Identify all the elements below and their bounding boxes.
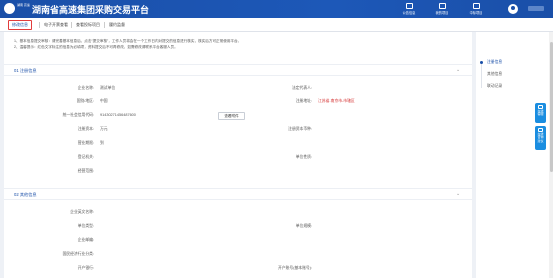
field-label: 国民经济行业分类: bbox=[62, 252, 94, 256]
field-label: 企业英文名称: bbox=[70, 210, 94, 214]
site-title: 湖南省高速集团采购交易平台 bbox=[32, 6, 150, 16]
nav-winning-projects[interactable]: 中标项目 bbox=[461, 0, 491, 18]
tab-edit-info[interactable]: 修改信息 bbox=[8, 20, 32, 30]
field-label: 注册资本币种: bbox=[288, 127, 312, 131]
float-label: 在线 咨询 建议 bbox=[537, 132, 544, 143]
section-registration-header[interactable]: 01 注册信息 ⌄ bbox=[4, 64, 472, 76]
field-label: 单位规模: bbox=[295, 224, 312, 228]
anchor-panel bbox=[476, 32, 549, 278]
country-value: 中国 bbox=[100, 99, 108, 103]
nav-announcements[interactable]: 公告信息 bbox=[394, 0, 424, 18]
nav-label: 公告信息 bbox=[402, 11, 416, 15]
project-icon bbox=[438, 3, 446, 9]
header-bar: 湖南 高速 湖南省高速集团采购交易平台 公告信息 我的项目 中标项目 bbox=[0, 0, 553, 18]
field-label: 登记机关: bbox=[77, 155, 94, 159]
notice-line: 2、温馨提示：红色文字标注的信息为必填项，资料提交后不可再修改，如需修改请联系平… bbox=[14, 45, 178, 49]
section-title: 01 注册信息 bbox=[14, 68, 37, 73]
registered-address-value: 江苏省-南京市-市辖区 bbox=[318, 99, 355, 103]
anchor-registration[interactable]: 注册信息 bbox=[487, 60, 502, 65]
tab-bid-projects[interactable]: 查看投标项目 bbox=[73, 20, 103, 30]
nav-label: 中标项目 bbox=[469, 11, 483, 15]
field-label: 法定代表人: bbox=[291, 86, 312, 90]
field-label: 注册地址: bbox=[295, 99, 312, 103]
field-label: 单位类型: bbox=[77, 224, 94, 228]
user-menu[interactable] bbox=[528, 6, 544, 11]
field-label: 经营范围: bbox=[77, 169, 94, 173]
field-label: 国别/地区: bbox=[76, 99, 94, 103]
section-title: 02 其他信息 bbox=[14, 192, 37, 197]
field-label: 开户账号(基本账号): bbox=[278, 266, 312, 270]
chevron-down-icon: ⌄ bbox=[456, 67, 461, 73]
nav-label: 我的项目 bbox=[435, 11, 449, 15]
notice-line: 1、基本信息提交审核：请完善基本信息后，点击“提交审核”，工作人员将会在一个工作… bbox=[14, 39, 242, 43]
field-label: 统一社会信用代码: bbox=[62, 113, 94, 117]
consult-button[interactable]: 在线 咨询 建议 bbox=[535, 126, 546, 150]
anchor-active-dot bbox=[480, 61, 483, 64]
registered-capital-value: 万元 bbox=[100, 127, 108, 131]
announcement-icon bbox=[405, 3, 413, 9]
tab-bar: 修改信息 电子开票查看 查看投标项目 履约监督 bbox=[0, 18, 553, 32]
tab-performance[interactable]: 履约监督 bbox=[106, 20, 128, 30]
winning-bid-icon bbox=[472, 3, 480, 9]
tab-divider bbox=[104, 22, 105, 28]
credit-code-value: 91430271456487600 bbox=[100, 113, 136, 117]
field-label: 单位性质: bbox=[295, 155, 312, 159]
online-service-button[interactable]: 在线 客服 bbox=[535, 103, 546, 123]
anchor-other[interactable]: 其他信息 bbox=[487, 72, 502, 77]
field-label: 开户银行: bbox=[77, 266, 94, 270]
tab-e-invoice[interactable]: 电子开票查看 bbox=[41, 20, 71, 30]
user-avatar[interactable] bbox=[508, 4, 518, 14]
anchor-linkage[interactable]: 联动记录 bbox=[487, 84, 502, 89]
logo-text: 湖南 高速 bbox=[17, 3, 30, 7]
page-scrollbar[interactable] bbox=[549, 32, 553, 278]
float-label: 在线 客服 bbox=[537, 109, 544, 117]
field-label: 注册资本: bbox=[77, 127, 94, 131]
anchor-line bbox=[481, 64, 482, 88]
field-label: 企业名称: bbox=[77, 86, 94, 90]
field-label: 企业邮编: bbox=[77, 238, 94, 242]
tab-divider bbox=[71, 22, 72, 28]
section-other-header[interactable]: 02 其他信息 ⌄ bbox=[4, 188, 472, 200]
company-name-value: 测试单位 bbox=[100, 86, 116, 90]
scrollbar-thumb[interactable] bbox=[549, 42, 553, 172]
chevron-down-icon: ⌄ bbox=[456, 191, 461, 197]
view-attachment-button[interactable]: 查看附件 bbox=[218, 112, 245, 120]
tab-divider bbox=[39, 22, 40, 28]
field-label: 营业期限: bbox=[77, 141, 94, 145]
business-term-value: 到 bbox=[100, 141, 104, 145]
nav-my-projects[interactable]: 我的项目 bbox=[427, 0, 457, 18]
hngs-logo bbox=[4, 3, 15, 14]
